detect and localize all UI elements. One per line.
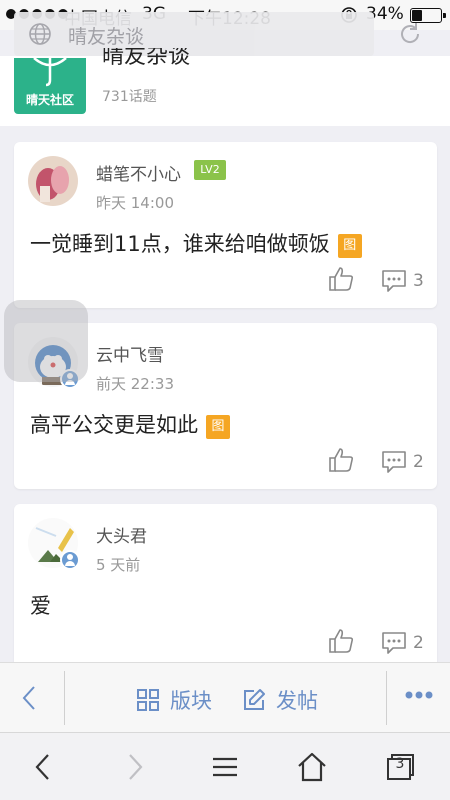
post-card[interactable]: 大头君 5 天前 爱 2 [14, 504, 437, 670]
logo-caption: 晴天社区 [25, 93, 74, 107]
level-badge: LV2 [194, 160, 226, 180]
comment-count: 2 [413, 452, 424, 472]
thumbs-up-icon[interactable] [328, 266, 354, 292]
image-badge: 图 [206, 415, 230, 439]
more-icon[interactable] [404, 689, 434, 701]
thumbs-up-icon[interactable] [328, 447, 354, 473]
avatar[interactable] [28, 156, 78, 206]
post-card[interactable]: 蜡笔不小心 LV2 昨天 14:00 一觉睡到11点，谁来给咱做顿饭图 3 [14, 142, 437, 308]
forum-title-text: 晴友杂谈 [102, 48, 191, 68]
address-text: 晴友杂谈 [68, 26, 145, 48]
forum-header: 晴天社区 晴友杂谈 731话题 [0, 48, 450, 126]
globe-icon [29, 23, 51, 45]
back-icon[interactable] [18, 683, 42, 713]
comment-icon[interactable] [381, 631, 407, 655]
post-content[interactable]: 爱 [30, 590, 51, 620]
browser-forward-icon[interactable] [118, 751, 150, 783]
comment-count: 2 [413, 633, 424, 653]
new-post-button[interactable]: 发帖 [242, 685, 318, 715]
verified-user-icon [60, 550, 80, 570]
post-content[interactable]: 一觉睡到11点，谁来给咱做顿饭图 [30, 228, 362, 258]
post-text: 一觉睡到11点，谁来给咱做顿饭 [30, 232, 330, 256]
grid-icon [137, 689, 159, 711]
board-label: 版块 [170, 689, 212, 713]
tabs-button[interactable]: 3 [384, 751, 416, 783]
post-text: 高平公交更是如此 [30, 413, 198, 437]
post-text: 爱 [30, 594, 51, 618]
post-date: 前天 22:33 [96, 375, 174, 393]
forum-title: 晴友杂谈 [102, 48, 190, 68]
browser-back-icon[interactable] [28, 751, 60, 783]
post-label: 发帖 [276, 689, 318, 713]
reload-icon[interactable] [396, 20, 424, 48]
forum-logo: 晴天社区 [14, 58, 86, 114]
assistive-touch-button[interactable] [4, 300, 88, 382]
address-bar[interactable]: 晴友杂谈 [14, 12, 374, 56]
edit-icon [244, 689, 265, 710]
umbrella-icon [33, 58, 67, 87]
post-author[interactable]: 云中飞雪 [96, 341, 164, 366]
post-content[interactable]: 高平公交更是如此图 [30, 409, 230, 439]
post-author[interactable]: 蜡笔不小心 [96, 160, 181, 185]
comment-count: 3 [413, 271, 424, 291]
forum-toolbar: 版块 发帖 [0, 662, 450, 732]
post-date: 昨天 14:00 [96, 194, 174, 212]
browser-nav-bar: 3 [0, 732, 450, 800]
home-icon[interactable] [296, 751, 328, 783]
comment-icon[interactable] [381, 450, 407, 474]
thumbs-up-icon[interactable] [328, 628, 354, 654]
divider [386, 671, 387, 725]
board-button[interactable]: 版块 [136, 685, 212, 715]
comment-icon[interactable] [381, 269, 407, 293]
menu-icon[interactable] [209, 751, 241, 783]
tab-count: 3 [395, 756, 405, 772]
post-date: 5 天前 [96, 556, 141, 574]
image-badge: 图 [337, 234, 362, 258]
post-author[interactable]: 大头君 [96, 522, 147, 547]
topic-count: 731话题 [102, 89, 157, 105]
divider [64, 671, 65, 725]
